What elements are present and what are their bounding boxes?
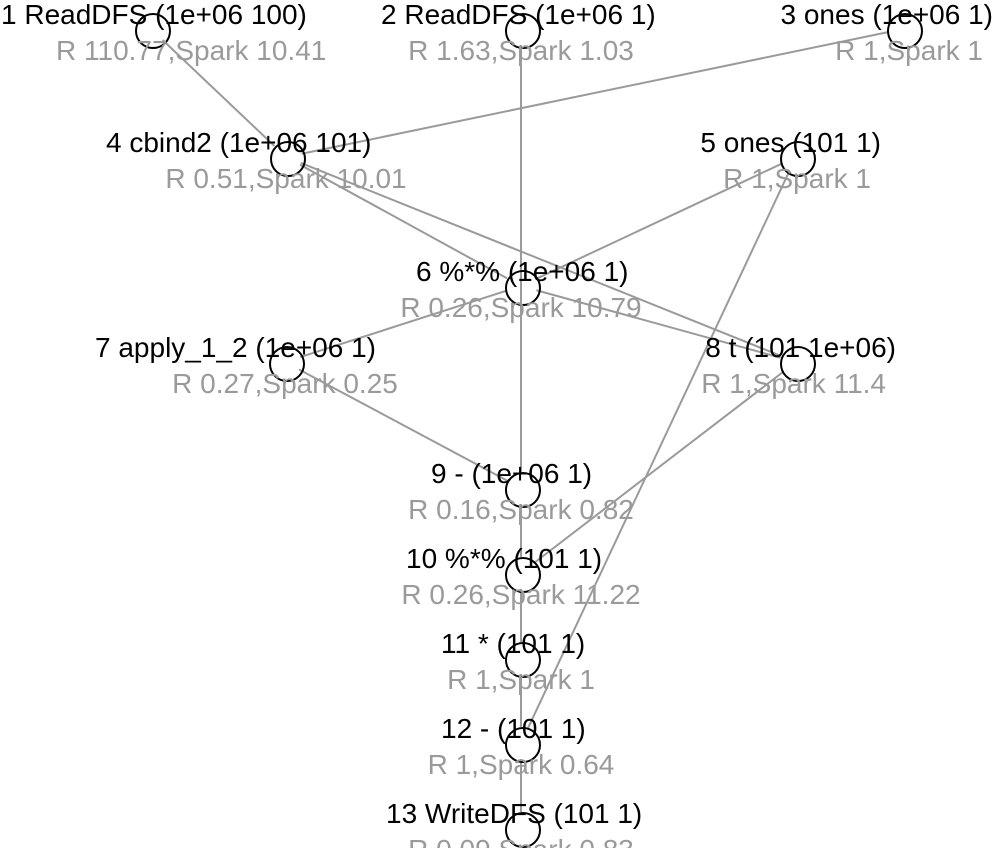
node-7-cost: R 0.27,Spark 0.25 (172, 370, 398, 398)
node-3-cost: R 1,Spark 1 (835, 37, 983, 65)
node-5-label: 5 ones (101 1) (700, 129, 881, 157)
node-13-label: 13 WriteDFS (101 1) (386, 800, 642, 828)
node-1-label: 1 ReadDFS (1e+06 100) (1, 1, 307, 29)
node-5-cost: R 1,Spark 1 (723, 165, 871, 193)
node-7-label: 7 apply_1_2 (1e+06 1) (95, 334, 376, 362)
node-12-cost: R 1,Spark 0.64 (428, 751, 615, 779)
node-4-label: 4 cbind2 (1e+06 101) (106, 129, 371, 157)
node-6-cost: R 0.26,Spark 10.79 (400, 294, 641, 322)
node-2-label: 2 ReadDFS (1e+06 1) (381, 1, 656, 29)
node-10-cost: R 0.26,Spark 11.22 (401, 581, 640, 609)
node-4-cost: R 0.51,Spark 10.01 (165, 165, 406, 193)
node-8-label: 8 t (101 1e+06) (705, 334, 896, 362)
node-9-label: 9 - (1e+06 1) (431, 460, 592, 488)
node-1-cost: R 110.77,Spark 10.41 (56, 37, 326, 65)
node-2-cost: R 1.63,Spark 1.03 (408, 37, 634, 65)
node-10-label: 10 %*% (101 1) (406, 545, 602, 573)
node-12-label: 12 - (101 1) (441, 715, 586, 743)
node-3-label: 3 ones (1e+06 1) (781, 1, 994, 29)
node-13-cost: R 0.09,Spark 0.83 (408, 836, 634, 848)
node-9-cost: R 0.16,Spark 0.82 (408, 496, 634, 524)
node-11-label: 11 * (101 1) (441, 630, 585, 658)
dag-canvas: 1 ReadDFS (1e+06 100) R 110.77,Spark 10.4… (0, 0, 1000, 848)
node-6-label: 6 %*% (1e+06 1) (416, 258, 628, 286)
node-8-cost: R 1,Spark 11.4 (701, 370, 886, 398)
node-11-cost: R 1,Spark 1 (447, 666, 595, 694)
